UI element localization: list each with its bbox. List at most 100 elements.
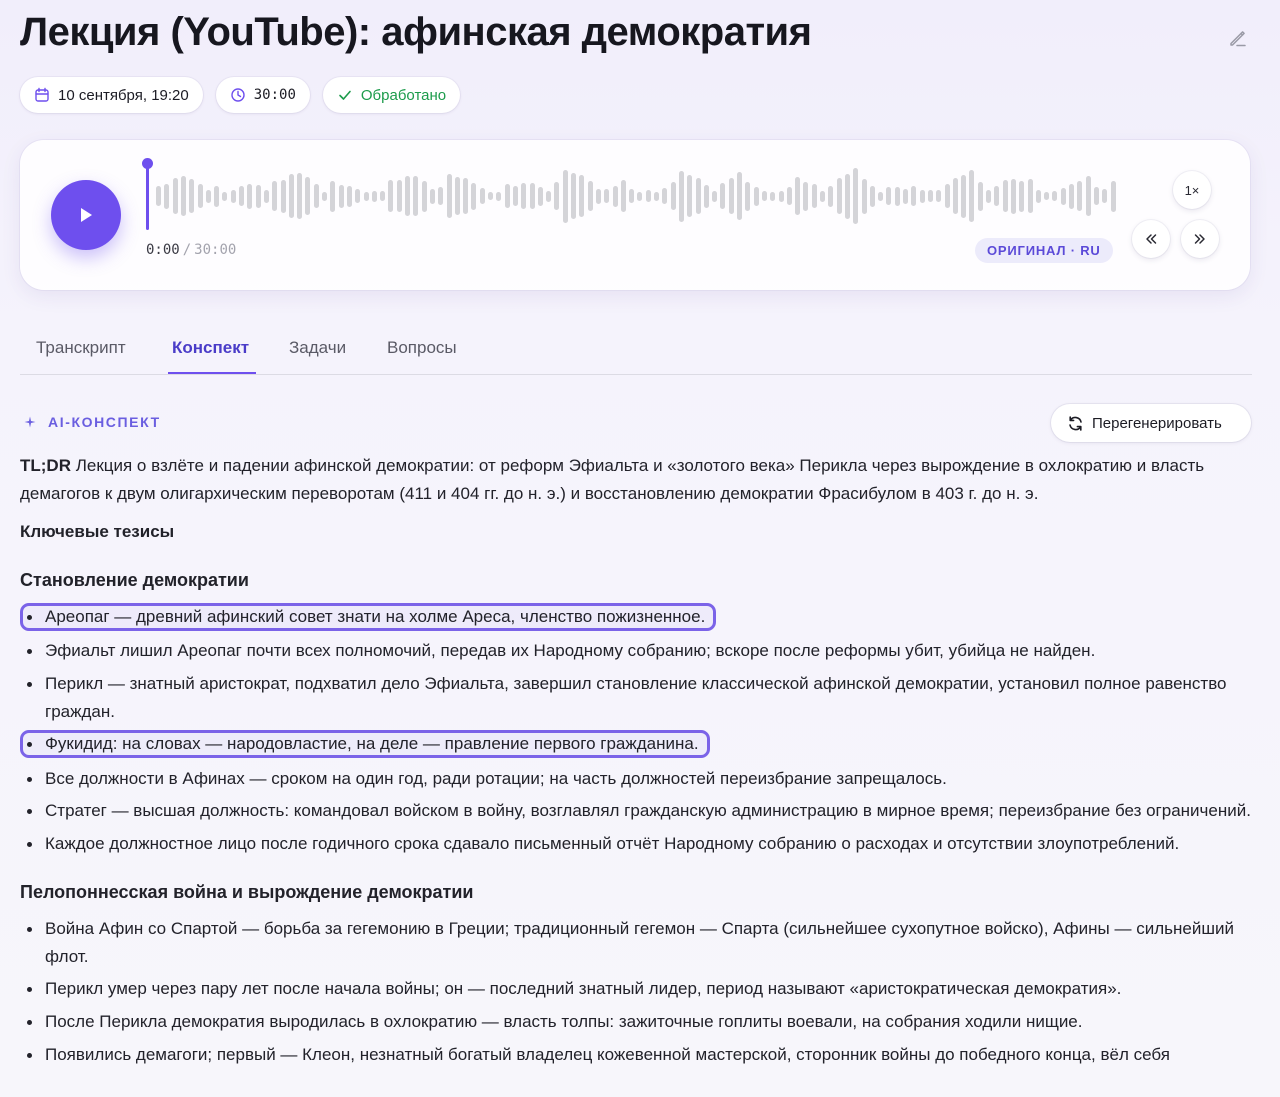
waveform-bar — [413, 176, 419, 216]
waveform-bar — [761, 191, 767, 201]
waveform-bar — [222, 191, 228, 201]
list-item: Появились демагоги; первый — Клеон, незн… — [20, 1041, 1252, 1069]
edit-title-button[interactable] — [1224, 24, 1252, 52]
pencil-icon — [1230, 31, 1246, 47]
waveform-bar — [172, 178, 178, 214]
duration-chip: 30:00 — [215, 77, 310, 113]
time-separator: / — [182, 242, 192, 258]
waveform-bar — [728, 178, 734, 214]
waveform-bar — [654, 191, 659, 201]
waveform-bar — [911, 186, 917, 206]
waveform-bar — [620, 180, 626, 212]
waveform-bar — [994, 186, 1000, 206]
waveform-bar — [488, 192, 493, 200]
waveform-bar — [629, 189, 635, 203]
tldr-text: Лекция о взлёте и падении афинской демок… — [20, 456, 1205, 503]
list-item: Эфиальт лишил Ареопаг почти всех полномо… — [20, 637, 1252, 665]
waveform-bar — [537, 186, 543, 206]
waveform-bar — [803, 181, 809, 211]
waveform-bar — [678, 170, 684, 222]
list-item: Все должности в Афинах — сроком на один … — [20, 765, 1252, 793]
waveform-bar — [338, 184, 344, 208]
play-icon — [81, 208, 92, 222]
list-item-highlighted: Фукидид: на словах — народовластие, на д… — [20, 730, 710, 759]
audio-player: 0:00/30:00 ОРИГИНАЛ · RU 1× — [20, 140, 1250, 290]
waveform-bar — [346, 185, 352, 207]
waveform-bar — [363, 191, 369, 201]
play-button[interactable] — [51, 180, 121, 250]
date-chip: 10 сентября, 19:20 — [20, 77, 203, 113]
waveform-bar — [1060, 187, 1066, 205]
section-heading: Становление демократии — [20, 570, 249, 590]
waveform-bar — [1035, 189, 1041, 203]
waveform-bar — [1069, 183, 1074, 209]
speed-label: 1× — [1184, 182, 1200, 198]
waveform-bar — [280, 179, 286, 213]
forward-button[interactable] — [1181, 220, 1219, 258]
tab-summary[interactable]: Конспект — [172, 338, 249, 358]
check-icon — [339, 90, 351, 100]
regenerate-button[interactable]: Перегенерировать — [1051, 404, 1251, 442]
page-title: Лекция (YouTube): афинская демократия — [20, 10, 812, 54]
waveform-bar — [355, 189, 361, 203]
waveform-bar — [214, 185, 220, 207]
playhead-line — [146, 160, 149, 230]
ai-summary-label-text: AI-КОНСПЕКТ — [48, 414, 161, 430]
waveform-bar — [512, 186, 518, 206]
tab-tasks[interactable]: Задачи — [289, 338, 346, 358]
rewind-button[interactable] — [1132, 220, 1170, 258]
waveform-bar — [820, 190, 825, 202]
waveform-scrubber[interactable] — [142, 158, 1116, 230]
language-badge: ОРИГИНАЛ · RU — [975, 238, 1113, 263]
waveform-bar — [1002, 180, 1008, 212]
summary-content: TL;DR Лекция о взлёте и падении афинской… — [19, 452, 1252, 1073]
waveform-bar — [156, 186, 161, 206]
total-time: 30:00 — [194, 242, 237, 258]
waveform-bar — [1110, 180, 1116, 212]
status-badge: Обработано — [322, 77, 461, 113]
waveform-bar — [961, 174, 967, 218]
speed-button[interactable]: 1× — [1173, 171, 1211, 209]
waveform-bar — [421, 180, 427, 212]
waveform-bar — [579, 175, 585, 217]
waveform-bar — [546, 190, 552, 202]
waveform-bar — [811, 184, 817, 208]
waveform-bar — [239, 186, 244, 206]
waveform-bar — [795, 177, 801, 215]
waveform-bar — [1077, 181, 1083, 211]
waveform-bar — [388, 180, 394, 212]
tldr-prefix: TL;DR — [20, 456, 71, 475]
list-item-highlighted: Ареопаг — древний афинский совет знати н… — [19, 603, 717, 631]
waveform-bar — [405, 176, 410, 216]
waveform-bar — [272, 181, 278, 211]
waveform-bar — [1027, 179, 1033, 213]
tab-transcript[interactable]: Транскрипт — [36, 338, 126, 358]
current-time: 0:00 — [146, 242, 180, 258]
time-readout: 0:00/30:00 — [146, 242, 236, 258]
waveform-bar — [977, 181, 983, 211]
waveform-bar — [662, 188, 668, 204]
waveform-bar — [753, 186, 759, 206]
waveform-bar — [869, 185, 875, 207]
waveform-bar — [1010, 178, 1016, 214]
waveform-bar — [927, 190, 933, 202]
tab-bar: Транскрипт Конспект Задачи Вопросы — [20, 330, 1252, 375]
forward-icon — [1194, 234, 1205, 244]
waveform-bar — [230, 189, 236, 203]
waveform-bar — [720, 183, 726, 209]
waveform-bar — [786, 187, 792, 205]
list-item: Каждое должностное лицо после годичного … — [20, 830, 1252, 858]
section-heading: Пелопоннесская война и вырождение демокр… — [20, 881, 474, 902]
waveform-bar — [595, 188, 601, 204]
waveform-bar — [1102, 189, 1108, 203]
waveform-bar — [1085, 176, 1091, 216]
waveform-bar — [861, 178, 867, 214]
key-points-heading: Ключевые тезисы — [20, 522, 175, 541]
playhead-handle[interactable] — [142, 158, 153, 169]
regenerate-label: Перегенерировать — [1092, 414, 1222, 432]
waveform-bar — [695, 178, 701, 214]
tab-questions[interactable]: Вопросы — [387, 338, 457, 358]
waveform-bar — [479, 188, 485, 204]
date-text: 10 сентября, 19:20 — [58, 86, 189, 104]
waveform-bar — [1019, 180, 1025, 212]
